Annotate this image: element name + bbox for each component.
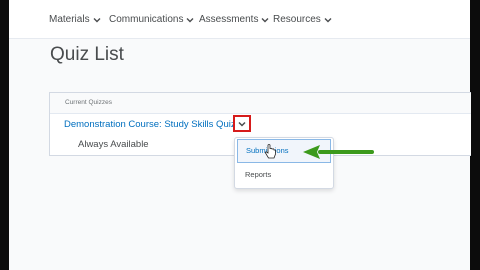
chevron-down-icon bbox=[186, 17, 194, 22]
quiz-availability: Always Available bbox=[78, 139, 149, 150]
panel-header: Current Quizzes bbox=[50, 93, 471, 114]
page-title: Quiz List bbox=[50, 44, 124, 65]
video-frame-right bbox=[470, 0, 480, 270]
nav-item-materials[interactable]: Materials bbox=[49, 14, 101, 25]
hand-cursor-icon bbox=[264, 144, 276, 159]
chevron-down-icon bbox=[261, 17, 269, 22]
course-navbar: Materials Communications Assessments Res… bbox=[9, 0, 470, 39]
annotation-arrow-icon bbox=[303, 145, 374, 159]
chevron-down-icon bbox=[93, 17, 101, 22]
menu-item-reports[interactable]: Reports bbox=[235, 164, 333, 186]
nav-item-resources[interactable]: Resources bbox=[273, 14, 332, 25]
chevron-down-icon bbox=[238, 121, 246, 127]
quiz-actions-dropdown-button[interactable] bbox=[233, 115, 251, 132]
chevron-down-icon bbox=[324, 17, 332, 22]
video-frame-left bbox=[0, 0, 9, 270]
nav-item-assessments[interactable]: Assessments bbox=[199, 14, 269, 25]
nav-item-label: Communications bbox=[109, 14, 184, 25]
nav-item-label: Materials bbox=[49, 14, 90, 25]
quiz-link-container: Demonstration Course: Study Skills Quiz bbox=[64, 115, 234, 133]
nav-item-label: Assessments bbox=[199, 14, 259, 25]
quiz-link[interactable]: Demonstration Course: Study Skills Quiz bbox=[64, 119, 234, 130]
nav-item-label: Resources bbox=[273, 14, 321, 25]
nav-item-communications[interactable]: Communications bbox=[109, 14, 194, 25]
